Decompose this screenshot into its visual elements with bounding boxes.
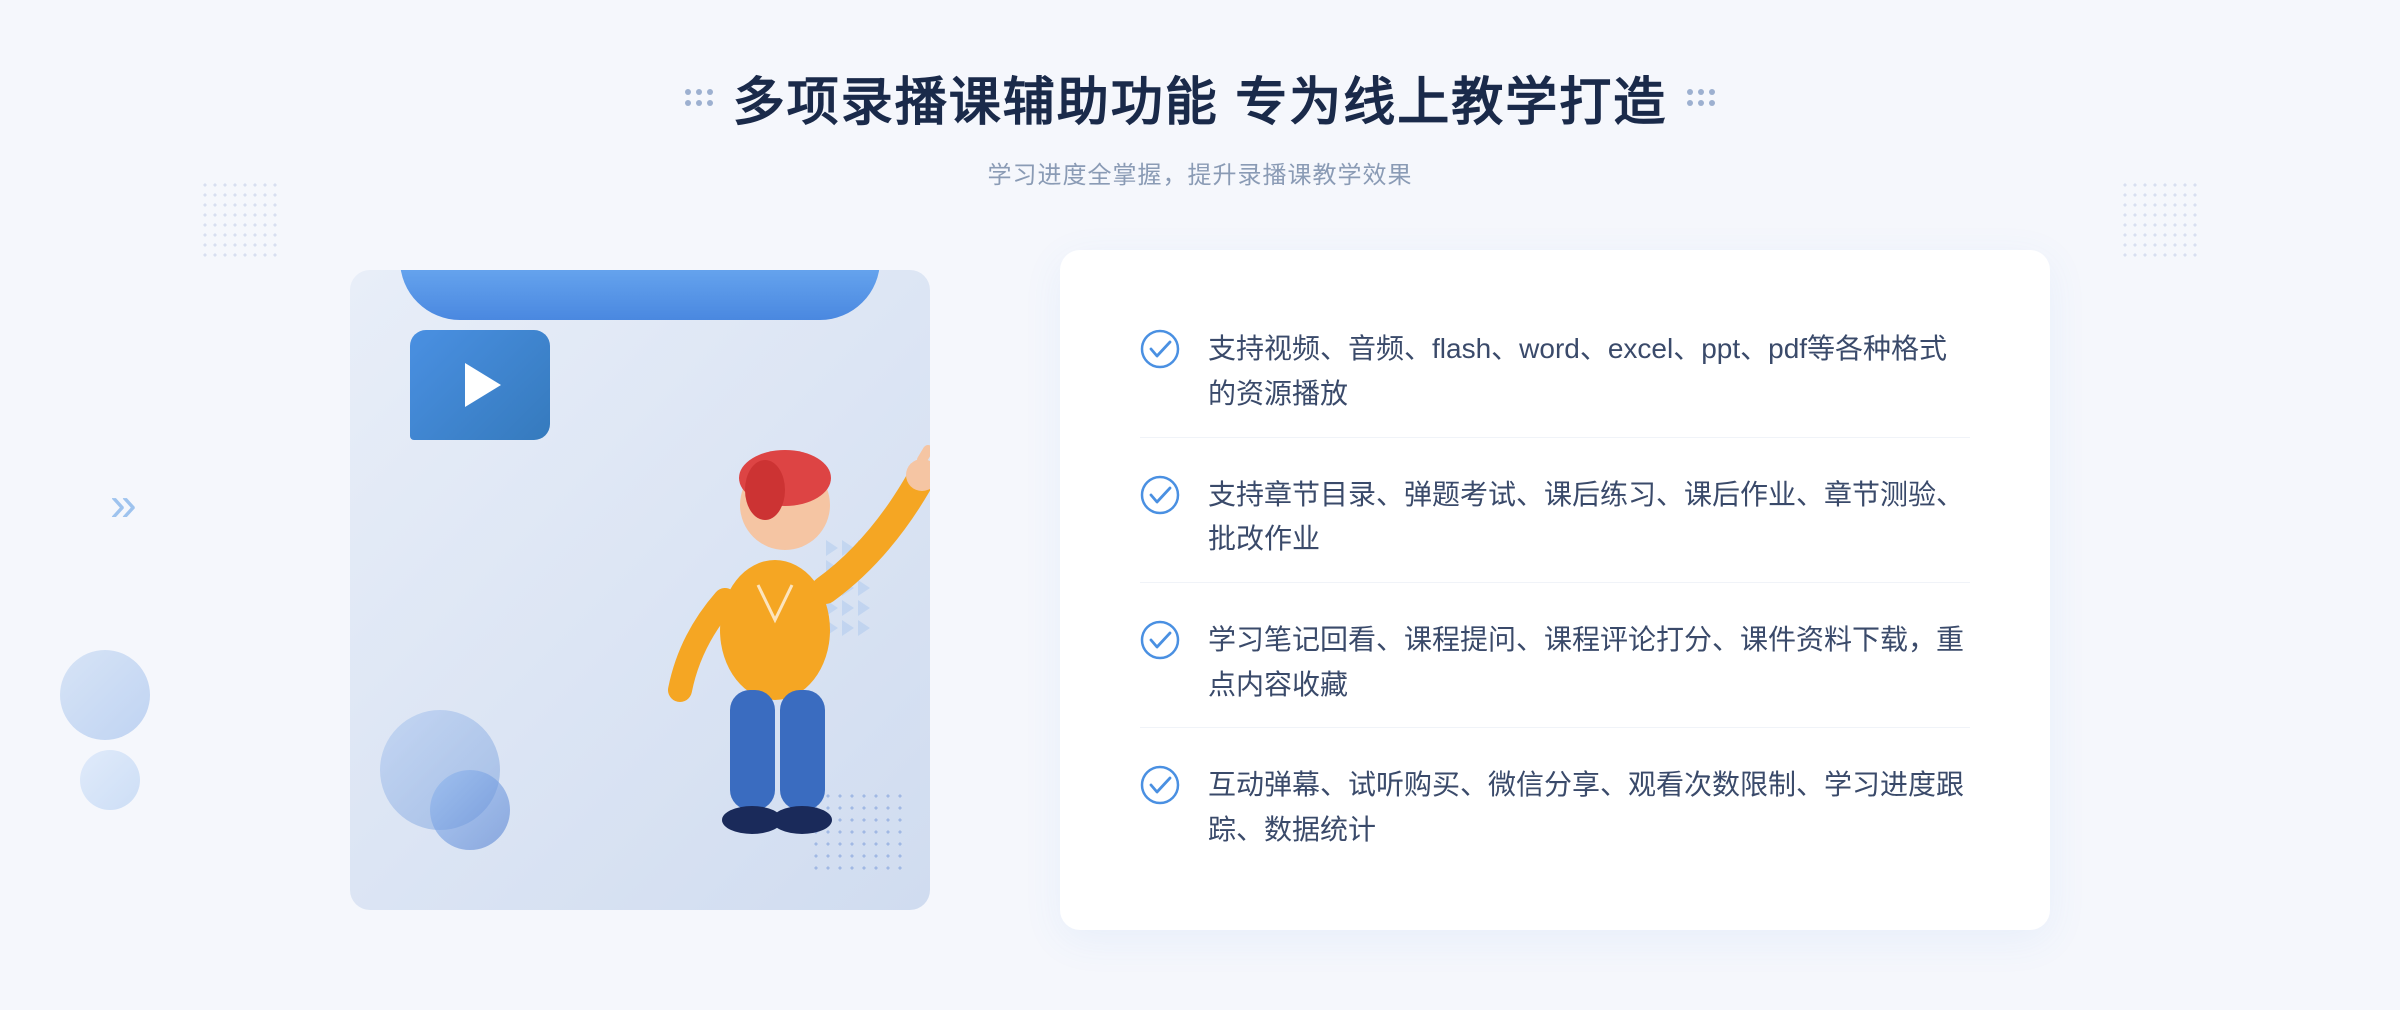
decorative-dots-left — [200, 180, 280, 260]
person-illustration — [610, 330, 930, 910]
semi-circle-top — [400, 270, 880, 320]
decorative-circles — [60, 650, 150, 810]
chevron-decoration: » — [110, 478, 137, 533]
page-title: 多项录播课辅助功能 专为线上教学打造 — [733, 60, 1667, 135]
feature-item-2: 支持章节目录、弹题考试、课后练习、课后作业、章节测验、批改作业 — [1140, 453, 1970, 584]
feature-text-4: 互动弹幕、试听购买、微信分享、观看次数限制、学习进度跟踪、数据统计 — [1208, 763, 1970, 853]
header-section: 多项录播课辅助功能 专为线上教学打造 学习进度全掌握，提升录播课教学效果 — [685, 60, 1715, 190]
check-icon-1 — [1140, 329, 1180, 369]
page-container: » 多项录播课辅助功能 专为线上教学打造 学习进度全掌握，提升录播课教学效果 — [0, 0, 2400, 1010]
title-dots-right — [1687, 89, 1715, 106]
play-bubble — [410, 330, 550, 440]
title-row: 多项录播课辅助功能 专为线上教学打造 — [685, 60, 1715, 135]
illustration-bg — [350, 270, 930, 910]
feature-item-3: 学习笔记回看、课程提问、课程评论打分、课件资料下载，重点内容收藏 — [1140, 598, 1970, 729]
feature-text-3: 学习笔记回看、课程提问、课程评论打分、课件资料下载，重点内容收藏 — [1208, 618, 1970, 708]
check-icon-3 — [1140, 620, 1180, 660]
illustration-area — [350, 250, 1030, 930]
chevron-icon-1: » — [110, 478, 137, 533]
feature-text-2: 支持章节目录、弹题考试、课后练习、课后作业、章节测验、批改作业 — [1208, 473, 1970, 563]
check-icon-2 — [1140, 475, 1180, 515]
page-subtitle: 学习进度全掌握，提升录播课教学效果 — [685, 155, 1715, 190]
feature-item-4: 互动弹幕、试听购买、微信分享、观看次数限制、学习进度跟踪、数据统计 — [1140, 743, 1970, 873]
feature-item-1: 支持视频、音频、flash、word、excel、ppt、pdf等各种格式的资源… — [1140, 307, 1970, 438]
content-area: 支持视频、音频、flash、word、excel、ppt、pdf等各种格式的资源… — [350, 250, 2050, 930]
deco-circle-large — [60, 650, 150, 740]
title-dots-left — [685, 89, 713, 106]
feature-text-1: 支持视频、音频、flash、word、excel、ppt、pdf等各种格式的资源… — [1208, 327, 1970, 417]
features-panel: 支持视频、音频、flash、word、excel、ppt、pdf等各种格式的资源… — [1060, 250, 2050, 930]
illus-circle-2 — [430, 770, 510, 850]
decorative-dots-right — [2120, 180, 2200, 260]
play-triangle-icon — [465, 363, 501, 407]
deco-circle-small — [80, 750, 140, 810]
check-icon-4 — [1140, 765, 1180, 805]
